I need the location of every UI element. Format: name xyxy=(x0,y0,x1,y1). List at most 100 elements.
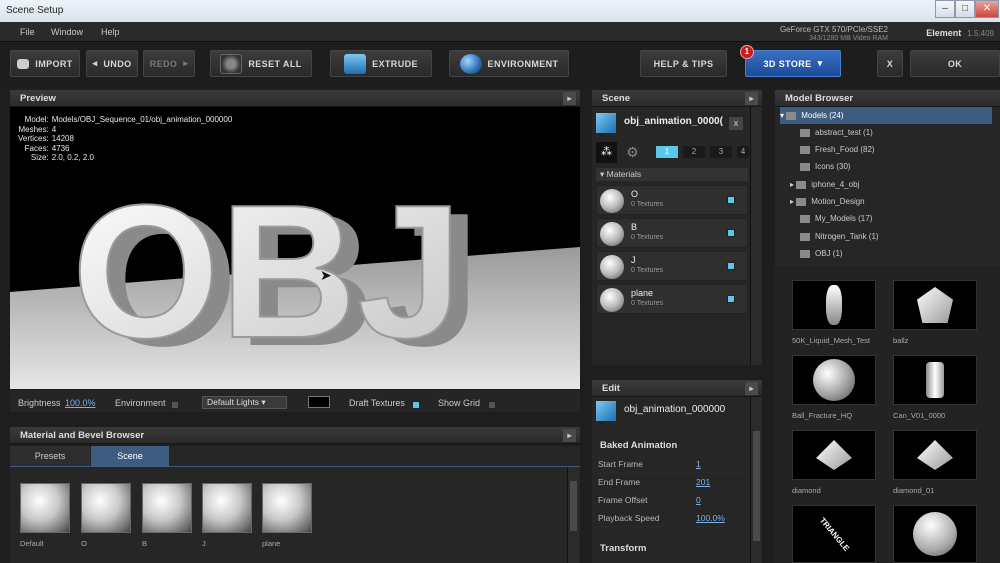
model-info: Model: Meshes: Vertices: Faces: Size: Models… xyxy=(18,115,233,163)
folder-icon xyxy=(17,58,30,69)
material-browser-header: Material and Bevel Browser ▸ xyxy=(10,427,580,444)
show-grid-checkbox[interactable] xyxy=(488,399,496,409)
scene-graph-icon[interactable]: ⁂ xyxy=(596,142,617,163)
material-scrollbar[interactable] xyxy=(567,467,579,563)
object-cube-icon xyxy=(596,401,616,421)
thumb-triangle-text: TRIANGLE xyxy=(817,515,851,553)
ok-button[interactable]: OK xyxy=(910,50,1000,77)
toolbar: IMPORT ◂ UNDO REDO ▸ RESET ALL EXTRUDE ENV… xyxy=(0,42,1000,84)
mouse-cursor-icon: ➤ xyxy=(320,267,332,283)
undo-button[interactable]: ◂ UNDO xyxy=(86,50,138,77)
particles-icon[interactable]: ⚙ xyxy=(622,142,643,163)
panel-arrow-icon[interactable]: ▸ xyxy=(563,92,576,105)
frame-3[interactable]: 3 xyxy=(710,146,732,158)
start-frame-row: Start Frame 1 xyxy=(598,456,748,473)
preset-default[interactable]: Default xyxy=(20,483,70,548)
edit-header: Edit ▸ xyxy=(592,380,762,397)
minimize-button[interactable]: – xyxy=(935,0,955,18)
transform-label: Transform xyxy=(600,543,647,554)
tree-item-fresh-food[interactable]: Fresh_Food (82) xyxy=(780,141,992,158)
start-frame-value[interactable]: 1 xyxy=(696,456,701,473)
tree-item-models[interactable]: ▾ Models (24) xyxy=(780,107,992,124)
remove-object-button[interactable]: x xyxy=(729,117,743,130)
window-titlebar: Scene Setup – □ ✕ xyxy=(0,0,1000,22)
window-title: Scene Setup xyxy=(6,5,64,16)
panel-arrow-icon[interactable]: ▸ xyxy=(745,382,758,395)
frame-offset-value[interactable]: 0 xyxy=(696,492,701,509)
playback-speed-value[interactable]: 100.0% xyxy=(696,510,725,527)
frame-1[interactable]: 1 xyxy=(656,146,678,158)
globe-icon xyxy=(459,53,482,74)
draft-textures-checkbox[interactable] xyxy=(412,399,420,409)
material-row-b[interactable]: B0 Textures xyxy=(596,218,748,248)
extrude-button[interactable]: EXTRUDE xyxy=(330,50,432,77)
preset-plane[interactable]: plane xyxy=(262,483,312,548)
folder-icon xyxy=(800,214,810,223)
menu-file[interactable]: File xyxy=(20,27,35,37)
model-thumb[interactable] xyxy=(893,505,977,563)
frame-2[interactable]: 2 xyxy=(683,146,705,158)
help-tips-button[interactable]: HELP & TIPS xyxy=(640,50,727,77)
tab-scene[interactable]: Scene xyxy=(91,446,169,466)
model-thumb[interactable]: Can_V01_0000 xyxy=(893,355,977,420)
environment-label: Environment xyxy=(115,398,166,408)
frame-4[interactable]: 4 xyxy=(737,146,749,158)
tree-item-obj[interactable]: OBJ (1) xyxy=(780,245,992,262)
scene-text: OBJ xyxy=(72,166,463,378)
menu-bar: File Window Help GeForce GTX 570/PCIe/SS… xyxy=(0,22,1000,42)
tab-divider xyxy=(10,466,580,467)
edit-object-name: obj_animation_000000 xyxy=(624,404,726,415)
preset-o[interactable]: O xyxy=(81,483,131,548)
tree-item-motion-design[interactable]: ▸ Motion_Design xyxy=(780,193,992,210)
model-thumb[interactable]: ballz xyxy=(893,280,977,345)
background-color-swatch[interactable] xyxy=(308,396,330,408)
tab-presets[interactable]: Presets xyxy=(10,446,90,466)
preset-b[interactable]: B xyxy=(142,483,192,548)
tree-item-nitrogen-tank[interactable]: Nitrogen_Tank (1) xyxy=(780,228,992,245)
preview-viewport[interactable]: OBJ OBJ Model: Meshes: Vertices: Faces: Size… xyxy=(10,107,580,389)
import-button[interactable]: IMPORT xyxy=(10,50,80,77)
menu-window[interactable]: Window xyxy=(51,27,83,37)
tree-item-abstract-test[interactable]: abstract_test (1) xyxy=(780,124,992,141)
end-frame-value[interactable]: 201 xyxy=(696,474,710,491)
environment-checkbox[interactable] xyxy=(171,399,179,409)
redo-arrow-icon: ▸ xyxy=(183,58,189,68)
preset-j[interactable]: J xyxy=(202,483,252,548)
tree-item-iphone[interactable]: ▸ iphone_4_obj xyxy=(780,176,992,193)
model-thumb[interactable]: diamond xyxy=(792,430,876,495)
scene-scrollbar[interactable] xyxy=(750,107,762,365)
maximize-button[interactable]: □ xyxy=(955,0,975,18)
menu-help[interactable]: Help xyxy=(101,27,120,37)
model-thumb[interactable]: Ball_Fracture_HQ xyxy=(792,355,876,420)
tree-item-icons[interactable]: Icons (30) xyxy=(780,158,992,175)
material-row-o[interactable]: O0 Textures xyxy=(596,185,748,215)
reset-all-button[interactable]: RESET ALL xyxy=(210,50,312,77)
close-window-button[interactable]: ✕ xyxy=(975,0,999,18)
draft-textures-label: Draft Textures xyxy=(349,398,405,408)
model-thumb[interactable]: diamond_01 xyxy=(893,430,977,495)
cancel-button[interactable]: X xyxy=(877,50,903,77)
material-row-plane[interactable]: plane 0 Textures xyxy=(596,284,748,314)
3d-store-button[interactable]: 1 3D STORE ▾ xyxy=(740,45,841,77)
folder-icon xyxy=(786,111,797,120)
tree-item-my-models[interactable]: My_Models (17) xyxy=(780,210,992,227)
playback-speed-row: Playback Speed 100.0% xyxy=(598,510,748,527)
edit-scrollbar[interactable] xyxy=(750,397,762,563)
panel-arrow-icon[interactable]: ▸ xyxy=(745,92,758,105)
gpu-name: GeForce GTX 570/PCIe/SSE2 xyxy=(779,25,888,34)
app-version: 1.5.409 xyxy=(967,29,994,38)
panel-arrow-icon[interactable]: ▸ xyxy=(563,429,576,442)
material-row-j[interactable]: J0 Textures xyxy=(596,251,748,281)
lights-dropdown[interactable]: Default Lights ▾ xyxy=(202,396,287,409)
redo-button[interactable]: REDO ▸ xyxy=(143,50,195,77)
chevron-down-icon: ▾ xyxy=(817,58,823,68)
undo-arrow-icon: ◂ xyxy=(92,58,98,68)
folder-icon xyxy=(800,145,810,154)
folder-icon xyxy=(796,197,807,206)
model-thumb[interactable]: TRIANGLE xyxy=(792,505,876,563)
brightness-value[interactable]: 100.0% xyxy=(65,398,96,408)
environment-button[interactable]: ENVIRONMENT xyxy=(449,50,569,77)
model-thumb[interactable]: 50K_Liquid_Mesh_Test xyxy=(792,280,876,345)
materials-section[interactable]: ▾ Materials xyxy=(596,168,748,181)
scene-object-name[interactable]: obj_animation_0000( xyxy=(624,116,723,127)
